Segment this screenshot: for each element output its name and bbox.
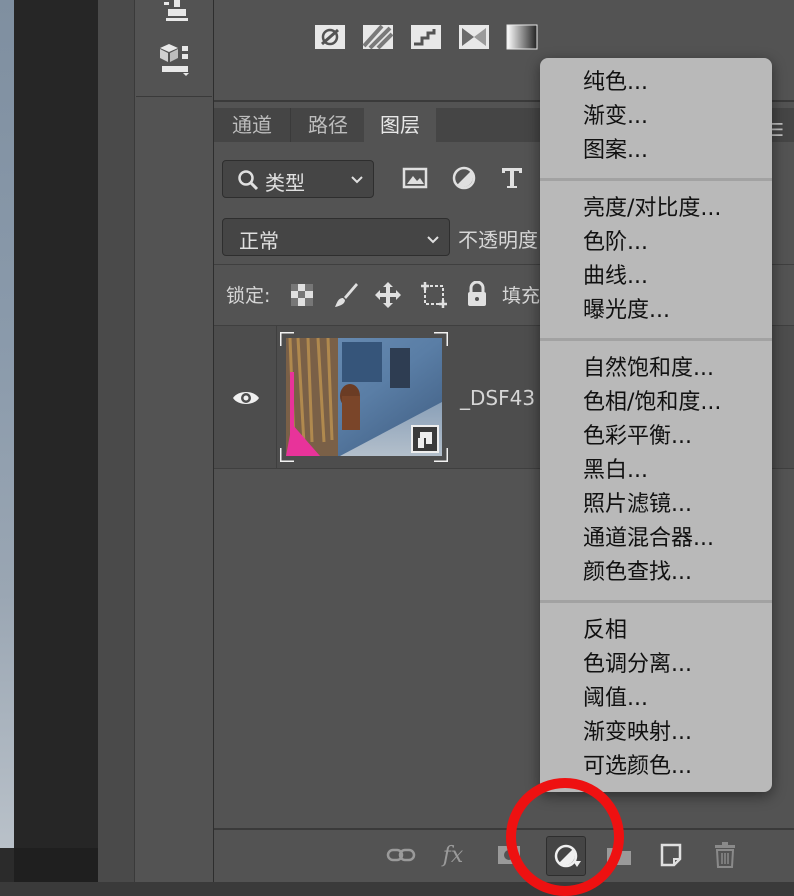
- menu-item-vibrance[interactable]: 自然饱和度...: [583, 352, 714, 386]
- visibility-column: [214, 326, 277, 468]
- highlight-circle-annotation: [506, 778, 624, 896]
- menu-item-levels[interactable]: 色阶...: [583, 226, 648, 260]
- menu-item-channel-mixer[interactable]: 通道混合器...: [583, 522, 714, 556]
- tab-paths[interactable]: 路径: [290, 108, 365, 142]
- strip-divider: [136, 96, 212, 97]
- menu-item-threshold[interactable]: 阈值...: [583, 682, 648, 716]
- menu-item-photo-filter[interactable]: 照片滤镜...: [583, 488, 692, 522]
- menu-item-black-white[interactable]: 黑白...: [583, 454, 648, 488]
- chevron-down-icon: [349, 169, 365, 193]
- channel-mixer-icon[interactable]: [458, 22, 490, 52]
- gradient-fill-icon[interactable]: [506, 22, 538, 52]
- 3d-cube-icon[interactable]: [157, 42, 193, 78]
- layer-name[interactable]: _DSF43: [460, 386, 535, 410]
- menu-item-gradient[interactable]: 渐变...: [583, 100, 648, 134]
- menu-item-color-balance[interactable]: 色彩平衡...: [583, 420, 692, 454]
- opacity-label: 不透明度: [458, 228, 538, 252]
- menu-separator: [540, 338, 772, 341]
- lock-all-icon[interactable]: [466, 280, 488, 311]
- link-layers-icon[interactable]: [386, 840, 416, 870]
- menu-item-color-lookup[interactable]: 颜色查找...: [583, 556, 692, 590]
- adjustment-layer-menu: 纯色... 渐变... 图案... 亮度/对比度... 色阶... 曲线... …: [540, 58, 772, 792]
- menu-separator: [540, 600, 772, 603]
- menu-item-pattern[interactable]: 图案...: [583, 134, 648, 168]
- canvas-bottom: [0, 848, 14, 882]
- levels-stairs-icon[interactable]: [410, 22, 442, 52]
- fx-layer-style-button[interactable]: fx: [438, 840, 468, 870]
- menu-item-gradient-map[interactable]: 渐变映射...: [583, 716, 692, 750]
- lock-transparent-pixels-icon[interactable]: [290, 283, 314, 311]
- chevron-down-icon: [425, 229, 441, 253]
- delete-layer-trash-icon[interactable]: [710, 840, 740, 870]
- menu-item-posterize[interactable]: 色调分离...: [583, 648, 692, 682]
- fill-label: 填充: [502, 285, 541, 307]
- stamp-icon[interactable]: [157, 0, 193, 28]
- menu-item-brightness-contrast[interactable]: 亮度/对比度...: [583, 192, 721, 226]
- document-gutter-bottom: [14, 848, 98, 882]
- eye-visibility-icon[interactable]: [232, 388, 260, 412]
- lock-position-move-icon[interactable]: [374, 281, 402, 313]
- search-icon: [237, 169, 259, 196]
- canvas-edge: [0, 0, 14, 848]
- menu-item-selective-color[interactable]: 可选颜色...: [583, 750, 692, 784]
- menu-item-curves[interactable]: 曲线...: [583, 260, 648, 294]
- document-gutter: [14, 0, 98, 848]
- collapsed-panel-strip: [134, 0, 214, 882]
- menu-item-exposure[interactable]: 曝光度...: [583, 294, 670, 328]
- lock-label: 锁定:: [226, 285, 271, 307]
- lock-image-pixels-brush-icon[interactable]: [332, 281, 360, 313]
- menu-item-hue-saturation[interactable]: 色相/饱和度...: [583, 386, 721, 420]
- tab-channels[interactable]: 通道: [214, 108, 290, 142]
- layer-thumbnail[interactable]: [278, 330, 450, 464]
- menu-separator: [540, 178, 772, 181]
- menu-item-solid-color[interactable]: 纯色...: [583, 66, 648, 100]
- filter-type-select[interactable]: 类型: [222, 160, 374, 198]
- filter-type-label: 类型: [265, 171, 305, 195]
- image-filter-icon[interactable]: [402, 166, 428, 194]
- menu-item-invert[interactable]: 反相: [583, 614, 627, 648]
- lock-artboard-icon[interactable]: [420, 281, 448, 313]
- type-filter-icon[interactable]: [500, 164, 524, 194]
- blend-mode-value: 正常: [239, 229, 279, 253]
- new-layer-icon[interactable]: [656, 840, 686, 870]
- layers-bottom-toolbar: fx: [214, 828, 794, 882]
- blend-mode-select[interactable]: 正常: [222, 218, 450, 256]
- adjustment-filter-icon[interactable]: [452, 166, 476, 194]
- gradient-map-adjustment-icon[interactable]: [362, 22, 394, 52]
- panel-dock-gap: [98, 0, 134, 882]
- curves-adjustment-icon[interactable]: [314, 22, 346, 52]
- tab-layers[interactable]: 图层: [364, 108, 436, 142]
